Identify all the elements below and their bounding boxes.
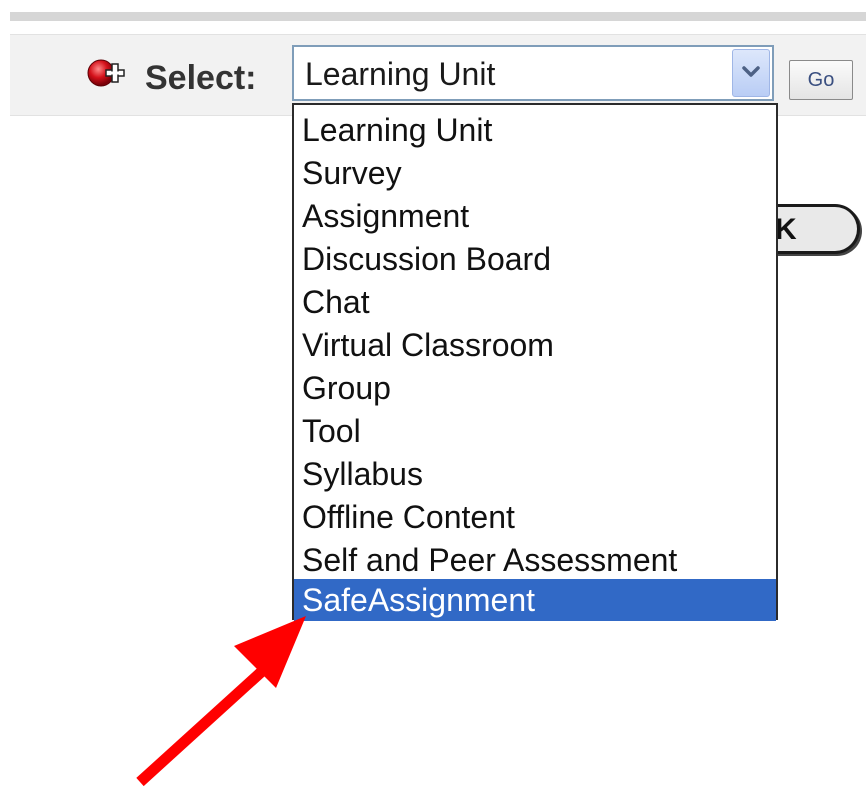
ok-button-label: K — [775, 213, 797, 246]
select-label: Select: — [145, 59, 257, 97]
page: Select: Learning Unit Go K Learning Unit… — [0, 0, 866, 788]
select-current-value: Learning Unit — [305, 56, 496, 92]
content-type-select[interactable]: Learning Unit — [292, 45, 774, 101]
red-arrow-pointer-icon — [136, 616, 306, 787]
option-discussion-board[interactable]: Discussion Board — [294, 238, 776, 280]
option-learning-unit[interactable]: Learning Unit — [294, 109, 776, 151]
option-safeassignment[interactable]: SafeAssignment — [294, 579, 776, 621]
option-virtual-classroom[interactable]: Virtual Classroom — [294, 324, 776, 366]
option-group[interactable]: Group — [294, 367, 776, 409]
option-tool[interactable]: Tool — [294, 410, 776, 452]
chevron-down-icon — [742, 66, 760, 77]
option-offline-content[interactable]: Offline Content — [294, 496, 776, 538]
option-assignment[interactable]: Assignment — [294, 195, 776, 237]
option-chat[interactable]: Chat — [294, 281, 776, 323]
option-syllabus[interactable]: Syllabus — [294, 453, 776, 495]
select-dropdown-button[interactable] — [732, 49, 770, 97]
option-self-and-peer-assessment[interactable]: Self and Peer Assessment — [294, 539, 776, 581]
option-survey[interactable]: Survey — [294, 152, 776, 194]
add-plus-icon[interactable] — [86, 58, 130, 92]
top-divider — [10, 12, 866, 21]
go-button[interactable]: Go — [789, 60, 853, 100]
select-dropdown-list: Learning Unit Survey Assignment Discussi… — [292, 103, 778, 621]
